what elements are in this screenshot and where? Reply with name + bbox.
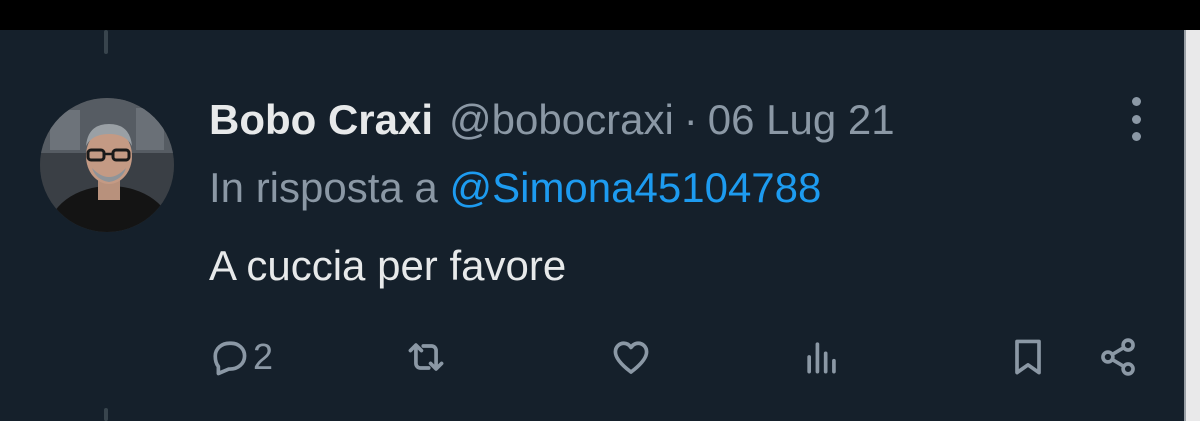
scrollbar[interactable]	[1184, 30, 1200, 421]
like-button[interactable]	[609, 334, 653, 380]
speech-bubble-icon	[213, 341, 247, 376]
author-name[interactable]: Bobo Craxi	[209, 96, 433, 144]
reply-context: In risposta a @Simona45104788	[209, 164, 821, 212]
avatar-photo	[40, 98, 174, 232]
reply-count: 2	[253, 336, 274, 377]
author-handle[interactable]: @bobocraxi	[449, 96, 674, 144]
separator-dot: ·	[683, 96, 698, 143]
status-bar	[0, 0, 1200, 30]
share-button[interactable]	[1096, 334, 1140, 380]
tweet-text: A cuccia per favore	[209, 242, 567, 289]
reply-mention-link[interactable]: @Simona45104788	[449, 164, 821, 211]
bookmark-icon	[1015, 339, 1041, 375]
thread-line-bottom	[104, 408, 108, 421]
dot	[1131, 114, 1141, 124]
dot	[1131, 132, 1141, 141]
dot	[1131, 97, 1141, 106]
views-button[interactable]	[800, 334, 844, 380]
retweet-icon	[408, 343, 444, 371]
share-icon	[1101, 338, 1135, 376]
bookmark-button[interactable]	[1006, 334, 1050, 380]
retweet-button[interactable]	[404, 334, 448, 380]
tweet-header: Bobo Craxi @bobocraxi · 06 Lug 21	[209, 96, 895, 148]
heart-icon	[613, 341, 649, 374]
reply-button[interactable]: 2	[207, 334, 273, 380]
tweet-date[interactable]: 06 Lug 21	[708, 96, 895, 144]
more-options-button[interactable]	[1118, 95, 1154, 143]
avatar[interactable]	[40, 98, 174, 232]
reply-prefix: In risposta a	[209, 164, 438, 211]
bar-chart-icon	[807, 342, 836, 374]
thread-line-top	[104, 30, 108, 54]
